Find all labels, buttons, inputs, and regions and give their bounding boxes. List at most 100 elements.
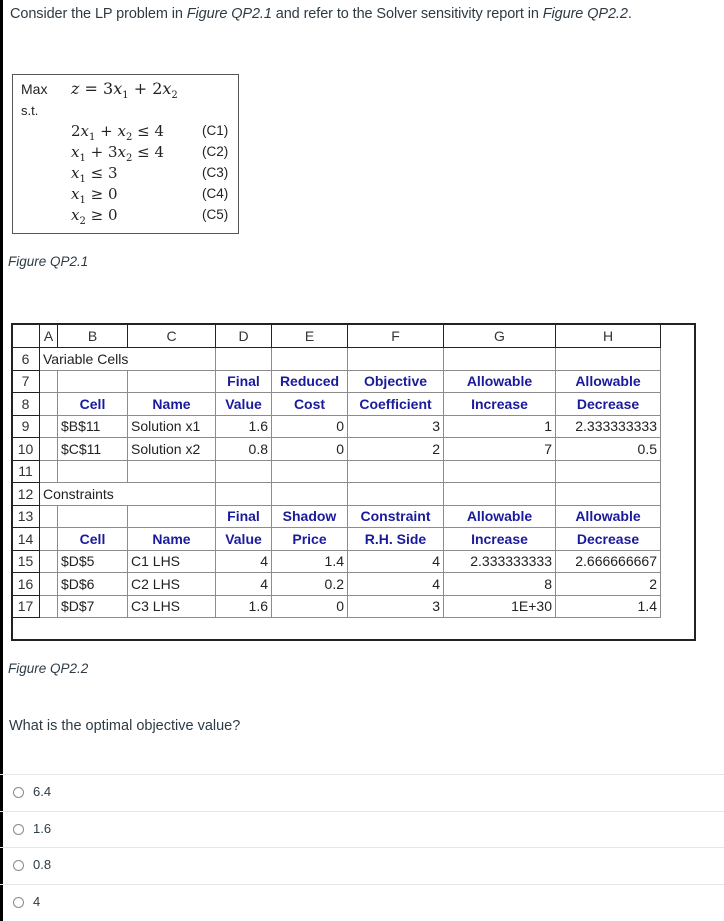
- figure-caption-2: Figure QP2.2: [8, 661, 89, 676]
- radio-button-icon[interactable]: [13, 823, 24, 835]
- table-row: 17 $D$7 C3 LHS 1.6 0 3 1E+30 1.4: [11, 594, 661, 618]
- column-label: Increase: [443, 392, 556, 416]
- name-cell: Solution x2: [127, 437, 216, 461]
- figure-ref-2: Figure QP2.2: [542, 6, 628, 22]
- empty-cell: [39, 414, 58, 438]
- question-text: What is the optimal objective value?: [9, 718, 241, 734]
- empty-cell: [271, 459, 348, 483]
- column-label: [57, 504, 128, 528]
- question-intro: Consider the LP problem in Figure QP2.1 …: [10, 6, 632, 22]
- cell-cell: $D$5: [57, 549, 128, 573]
- constraint-tag: (C4): [202, 186, 229, 201]
- column-header: D: [215, 323, 272, 348]
- column-label: Allowable: [443, 369, 556, 393]
- empty-cell: [215, 459, 272, 483]
- constraint-expression: x2 ≥ 0: [71, 206, 118, 227]
- answer-option[interactable]: 4: [0, 883, 724, 921]
- constraint-expression: x1 ≥ 0: [71, 185, 118, 206]
- column-header-row: ABCDEFGH: [11, 323, 661, 348]
- constraint-tag: (C5): [202, 207, 229, 222]
- name-cell: C3 LHS: [127, 594, 216, 618]
- column-label: Value: [215, 392, 272, 416]
- column-label: Allowable: [443, 504, 556, 528]
- constraint-expression: x1 + 3x2 ≤ 4: [71, 143, 164, 164]
- empty-cell: [347, 347, 444, 371]
- name-cell: C1 LHS: [127, 549, 216, 573]
- dec-cell: 2.666666667: [555, 549, 661, 573]
- empty-cell: [215, 482, 272, 506]
- empty-cell: [555, 459, 661, 483]
- dec-cell: 2: [555, 572, 661, 596]
- radio-button-icon[interactable]: [13, 896, 24, 908]
- row-number: 9: [11, 414, 40, 438]
- column-label: [127, 369, 216, 393]
- column-label: Cost: [271, 392, 348, 416]
- empty-cell: [39, 437, 58, 461]
- final-cell: 1.6: [215, 594, 272, 618]
- empty-cell: [39, 459, 58, 483]
- header-row: 7 Final Reduced Objective Allowable Allowable: [11, 369, 661, 393]
- column-header: H: [555, 323, 661, 348]
- answer-label[interactable]: 1.6: [33, 821, 51, 836]
- column-label: [127, 504, 216, 528]
- empty-cell: [443, 459, 556, 483]
- constraint-expression: 2x1 + x2 ≤ 4: [71, 122, 164, 143]
- lp-model-box: Max z = 3x1 + 2x2 s.t. 2x1 + x2 ≤ 4 (C1) x…: [12, 74, 239, 234]
- blank-row: 11: [11, 459, 661, 483]
- column-label: Decrease: [555, 527, 661, 551]
- final-cell: 4: [215, 549, 272, 573]
- section-title-row: 6 Variable Cells: [11, 347, 661, 371]
- coef-cell: 2: [347, 437, 444, 461]
- column-header: A: [39, 323, 58, 348]
- header-row: 13 Final Shadow Constraint Allowable Allowabl…: [11, 504, 661, 528]
- empty-cell: [555, 482, 661, 506]
- section-title: Constraints: [39, 482, 216, 506]
- empty-cell: [443, 482, 556, 506]
- answer-option[interactable]: 0.8: [0, 847, 724, 884]
- column-label: Name: [127, 527, 216, 551]
- empty-cell: [39, 504, 58, 528]
- shadow-cell: 0: [271, 594, 348, 618]
- column-label: [57, 369, 128, 393]
- table-row: 15 $D$5 C1 LHS 4 1.4 4 2.333333333 2.666666667: [11, 549, 661, 573]
- row-number: 6: [11, 347, 40, 371]
- column-label: Cell: [57, 392, 128, 416]
- cell-cell: $C$11: [57, 437, 128, 461]
- column-label: Allowable: [555, 504, 661, 528]
- empty-cell: [39, 392, 58, 416]
- row-number: 15: [11, 549, 40, 573]
- answer-label[interactable]: 6.4: [33, 784, 51, 799]
- column-label: Shadow: [271, 504, 348, 528]
- sensitivity-report-table: A B C D E F G H 6 Variable Cells 7 Final Reduced Obje…: [11, 323, 661, 618]
- empty-cell: [443, 347, 556, 371]
- final-cell: 0.8: [215, 437, 272, 461]
- column-label: Value: [215, 527, 272, 551]
- column-label: Increase: [443, 527, 556, 551]
- radio-button-icon[interactable]: [13, 787, 24, 798]
- empty-cell: [347, 482, 444, 506]
- column-header: F: [347, 323, 444, 348]
- answer-option[interactable]: 6.4: [0, 774, 724, 811]
- inc-cell: 1: [443, 414, 556, 438]
- column-header: E: [271, 323, 348, 348]
- column-header: C: [127, 323, 216, 348]
- radio-button-icon[interactable]: [13, 860, 24, 871]
- empty-cell: [39, 549, 58, 573]
- constraint-tag: (C1): [202, 123, 229, 138]
- column-label: Reduced: [271, 369, 348, 393]
- empty-cell: [39, 527, 58, 551]
- constraint-expression: x1 ≤ 3: [71, 164, 118, 185]
- answer-label[interactable]: 0.8: [33, 857, 51, 872]
- answer-options: 6.4 1.6 0.8 4: [0, 774, 724, 920]
- rhs-cell: 4: [347, 572, 444, 596]
- answer-option[interactable]: 1.6: [0, 810, 724, 848]
- row-number: 17: [11, 594, 40, 618]
- intro-text: and refer to the Solver sensitivity repo…: [271, 6, 543, 22]
- column-header: G: [443, 323, 556, 348]
- name-cell: C2 LHS: [127, 572, 216, 596]
- empty-cell: [57, 459, 128, 483]
- answer-label[interactable]: 4: [33, 894, 40, 909]
- figure-ref-1: Figure QP2.1: [186, 6, 272, 22]
- column-label: Final: [215, 369, 272, 393]
- empty-cell: [271, 482, 348, 506]
